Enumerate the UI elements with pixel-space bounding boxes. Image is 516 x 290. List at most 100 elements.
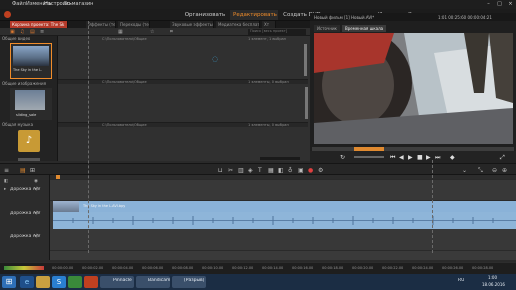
cut-icon[interactable]: ✂ [228,167,233,174]
ruler-tick: 00:00:18.00 [322,266,344,270]
tab-effects[interactable]: Эффекты (тек) [86,21,116,28]
ruler-tick: 00:00:22.00 [382,266,404,270]
video-thumbnail[interactable]: The Sky in the L. [10,43,52,79]
menu-icon[interactable]: ≡ [4,167,9,174]
track-expand-icon[interactable]: ▸ [4,187,6,192]
chrome-icon[interactable] [68,276,82,288]
list-view-icon[interactable]: ≡ [40,29,44,35]
tab-transitions[interactable]: Переходы (тек) [118,21,150,28]
organize-button[interactable]: Организовать [181,10,229,20]
speaker-icon[interactable]: ◧ [278,167,284,174]
folder-icon[interactable]: ▣ [10,29,15,35]
tab-free-library[interactable]: Медиатека бесплатна [216,21,260,28]
clock-time[interactable]: 1:00 [488,275,497,280]
tab-source[interactable]: Источник [314,25,340,32]
minimize-icon[interactable]: – [484,1,493,7]
play-icon[interactable]: ▶ [408,154,413,161]
scrollbar[interactable] [304,44,307,76]
music-note-icon[interactable]: ♫ [20,29,24,35]
next-icon[interactable]: ⏭ [435,154,440,162]
eye-icon[interactable]: ◉ [34,179,38,184]
prev-icon[interactable]: ⏮ [390,154,395,162]
folder-icon[interactable] [36,276,50,288]
image-icon[interactable]: ▤ [30,29,35,35]
ruler-tick: 00:00:08.00 [172,266,194,270]
app-logo-icon [4,11,11,18]
mic-icon[interactable]: ♁ [288,167,292,174]
rewind-icon[interactable]: ◀ [399,154,404,161]
group-music[interactable]: Общая музыка [2,122,33,127]
library-tabs: Корзина проекта: The Sk Эффекты (тек) Пе… [0,21,310,28]
ruler-tick: 00:00:16.00 [292,266,314,270]
storyboard-icon[interactable]: ▤ [20,167,26,174]
clip-title: The Sky in the L.AVI.bpy [83,204,126,208]
grid-view-icon[interactable]: ▦ [118,29,123,35]
tab-project-bin[interactable]: Корзина проекта: The Sk [10,21,68,28]
loop-icon[interactable]: ↻ [340,154,345,161]
track-row[interactable] [50,229,516,251]
fit-icon[interactable]: ⤡ [478,167,483,175]
close-icon[interactable]: × [506,1,515,7]
language-indicator[interactable]: RU [458,278,464,283]
search-input[interactable]: Поиск [весь проект] [248,29,306,35]
group-images[interactable]: Общие изображения [2,81,46,86]
magnet-icon[interactable]: ⊔ [218,167,223,174]
window-overlay-edge [432,160,433,253]
arrow-down-icon[interactable]: ⌄ [462,167,467,174]
marker-icon[interactable]: ◈ [248,167,253,174]
tab-sound-effects[interactable]: Звуковые эффекты (тек) [170,21,214,28]
fullscreen-icon[interactable]: ⤢ [500,154,505,162]
lock-icon[interactable]: ◧ [4,179,8,184]
sidebar-scroll[interactable] [18,158,40,161]
tab-timeline-view[interactable]: Временная шкала [342,25,387,32]
group-video[interactable]: Общие видео [2,36,30,41]
clock-date[interactable]: 18.06.2016 [482,282,505,287]
trash-icon[interactable]: ▥ [238,167,244,174]
audio-waveform[interactable] [53,212,516,229]
lock-icon[interactable]: ⊞ [30,167,35,174]
scrollbar[interactable] [305,87,308,119]
start-icon[interactable]: ⊞ [2,276,16,288]
tag-icon[interactable]: ⌗ [170,29,173,35]
ruler-tick: 00:00:00.00 [52,266,74,270]
zoom-slider[interactable] [260,157,300,160]
playhead-marker[interactable] [56,175,60,179]
mark-icon[interactable]: ◆ [450,154,455,161]
path-video: C:\Пользователи\Общие [102,37,147,41]
grid-icon[interactable]: ▦ [268,167,274,174]
maximize-icon[interactable]: □ [495,1,504,7]
menu-bar: Файл Изменить Настроить Sc-магазин – □ × [0,0,516,9]
tab-extra[interactable]: Хт [262,21,276,28]
ie-icon[interactable]: e [20,276,34,288]
record-icon[interactable]: ● [308,167,313,174]
image-icon[interactable]: ▣ [298,167,304,174]
speaker-icon[interactable]: ◂) [34,211,38,216]
taskbar-app-label: [Разрыв] [184,278,205,283]
zoom-out-icon[interactable]: ⊖ [492,167,497,174]
image-thumbnail[interactable]: sliding_sale [10,88,52,120]
ruler-tick: 00:00:02.00 [82,266,104,270]
count-video: 1 элемент, 1 выбран [248,37,286,41]
zoom-in-icon[interactable]: ⊕ [502,167,507,174]
skype-icon[interactable]: S [52,276,66,288]
volume-slider[interactable] [354,156,384,158]
settings-icon[interactable]: ⚙ [318,167,323,174]
menu-file[interactable]: Файл [12,1,26,7]
speaker-icon[interactable]: ◂) [34,187,38,192]
edit-button[interactable]: Редактировать [230,10,278,20]
window-overlay-edge [88,21,89,253]
waveform-graphic [53,216,516,225]
stop-icon[interactable]: ■ [417,154,423,161]
speaker-icon[interactable]: ◂) [34,234,38,239]
video-preview [314,33,513,144]
ruler-tick: 00:00:04.00 [112,266,134,270]
menu-store[interactable]: Sc-магазин [64,1,93,7]
image-thumb-label: sliding_sale [16,113,37,117]
forward-icon[interactable]: ▶ [426,154,431,161]
text-icon[interactable]: T [258,167,262,174]
track-row[interactable] [50,180,516,201]
star-icon[interactable]: ☆ [150,29,154,35]
music-note-icon[interactable]: ♪ [18,130,40,152]
timeline-ruler[interactable]: 00:00:00.00 00:00:02.00 00:00:04.00 00:0… [0,262,516,274]
media-icon[interactable] [84,276,98,288]
